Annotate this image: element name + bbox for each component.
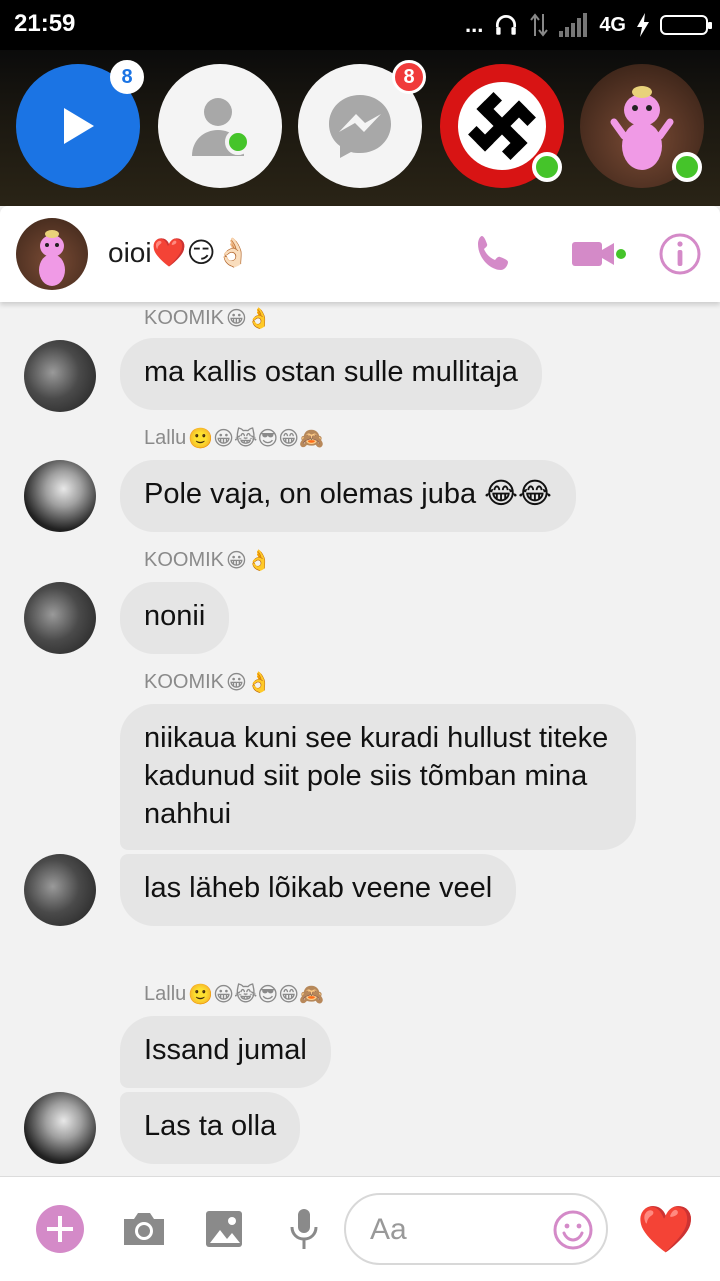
sender-avatar[interactable]: [24, 1092, 96, 1164]
like-button[interactable]: ❤️: [636, 1201, 696, 1257]
sender-name: KOOMIK: [144, 548, 225, 571]
sender-emoji: 😀👌: [226, 307, 272, 330]
sender-avatar[interactable]: [24, 582, 96, 654]
sender-label: Lallu 🙂😀😹😎😁🙈: [144, 424, 324, 452]
more-dots-icon: ...: [464, 12, 484, 37]
messenger-chat-head[interactable]: 8: [298, 60, 426, 188]
signal-icon: [559, 13, 588, 37]
message-bubble[interactable]: Las ta olla: [120, 1092, 301, 1164]
gallery-icon[interactable]: [198, 1203, 250, 1255]
status-icons: ... 4G: [464, 11, 712, 39]
message-bubble[interactable]: nonii: [120, 582, 230, 654]
chat-heads-strip: 8 8: [0, 50, 720, 258]
message-composer: ❤️: [0, 1176, 720, 1281]
chat-header: oioi❤️😏👌🏻: [0, 206, 720, 302]
person-icon: [192, 98, 250, 156]
message-bubble[interactable]: ma kallis ostan sulle mullitaja: [120, 338, 542, 410]
message-bubble[interactable]: Pole vaja, on olemas juba 😂😂: [120, 460, 576, 532]
video-chat-head[interactable]: 8: [16, 60, 144, 188]
online-indicator: [532, 152, 562, 182]
play-icon: [64, 108, 94, 144]
sender-emoji: 😀👌: [226, 671, 272, 694]
sender-name: KOOMIK: [144, 670, 225, 693]
people-chat-head[interactable]: [158, 64, 282, 188]
conversation-name-emoji: ❤️😏👌🏻: [151, 237, 251, 268]
video-call-icon[interactable]: [570, 230, 630, 278]
conversation-name: oioi: [108, 237, 152, 268]
online-indicator: [672, 152, 702, 182]
sender-name: Lallu: [144, 426, 187, 449]
conversation-title[interactable]: oioi❤️😏👌🏻: [108, 236, 251, 269]
message-bubble[interactable]: Issand jumal: [120, 1016, 331, 1088]
emoji-icon[interactable]: [552, 1209, 594, 1251]
headphones-icon: [496, 14, 517, 35]
sender-label: Lallu 🙂😀😹😎😁🙈: [144, 980, 324, 1008]
sender-label: KOOMIK 😀👌: [144, 546, 272, 574]
symbol-avatar-chat-head[interactable]: [440, 64, 564, 188]
charging-icon: [637, 13, 649, 37]
message-input[interactable]: [368, 1209, 552, 1251]
pink-character-icon: [39, 230, 65, 286]
unread-badge: 8: [392, 60, 426, 94]
sender-name: Lallu: [144, 982, 187, 1005]
pink-character-avatar-chat-head[interactable]: [580, 64, 704, 188]
microphone-icon[interactable]: [278, 1203, 330, 1255]
data-transfer-icon: [530, 13, 549, 37]
sender-emoji: 🙂😀😹😎😁🙈: [188, 983, 324, 1006]
sender-label: KOOMIK 😀👌: [144, 304, 272, 332]
message-list[interactable]: KOOMIK 😀👌 ma kallis ostan sulle mullitaja…: [0, 302, 720, 1262]
sender-label: KOOMIK 😀👌: [144, 668, 272, 696]
unread-badge: 8: [110, 60, 144, 94]
sender-avatar[interactable]: [24, 460, 96, 532]
conversation-avatar[interactable]: [16, 218, 88, 290]
message-bubble[interactable]: las läheb lõikab veene veel: [120, 854, 517, 926]
message-bubble[interactable]: niikaua kuni see kuradi hullust titeke k…: [120, 704, 636, 850]
camera-icon[interactable]: [118, 1203, 170, 1255]
sender-emoji: 😀👌: [226, 549, 272, 572]
heart-icon: ❤️: [637, 1203, 695, 1255]
network-type: 4G: [599, 13, 626, 36]
sender-avatar[interactable]: [24, 854, 96, 926]
phone-icon[interactable]: [470, 230, 518, 278]
sender-name: KOOMIK: [144, 306, 225, 329]
plus-icon[interactable]: [34, 1203, 86, 1255]
status-time: 21:59: [14, 10, 76, 37]
messenger-icon: [329, 95, 391, 158]
battery-icon: [660, 15, 712, 35]
info-icon[interactable]: [656, 230, 704, 278]
sender-avatar[interactable]: [24, 340, 96, 412]
status-bar: 21:59 ... 4G: [0, 0, 720, 50]
sender-emoji: 🙂😀😹😎😁🙈: [188, 427, 324, 450]
message-input-box[interactable]: [344, 1193, 608, 1265]
